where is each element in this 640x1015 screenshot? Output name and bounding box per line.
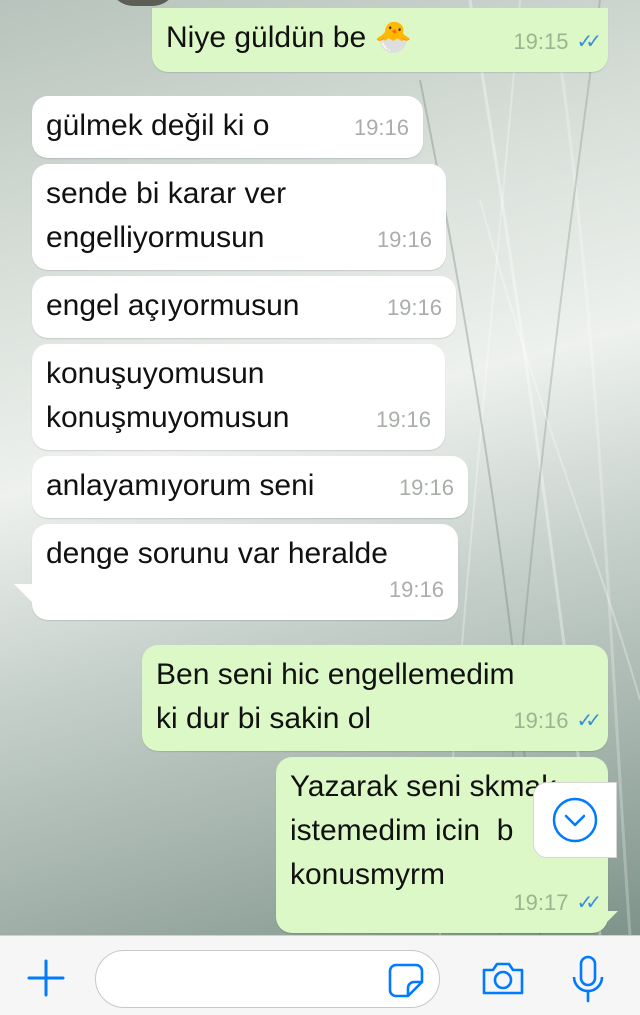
bubble-tail	[596, 911, 618, 933]
message-meta: 19:16	[389, 568, 444, 612]
camera-icon	[482, 962, 524, 995]
read-receipt-icon: ✓✓	[576, 710, 601, 732]
plus-icon	[27, 959, 65, 997]
message-meta: 19:16 ✓✓	[513, 699, 601, 743]
message-bubble-incoming[interactable]: engel açıyormusun 19:16	[32, 276, 456, 338]
message-text: sende bi karar ver engelliyormusun	[46, 177, 287, 254]
message-text: denge sorunu var heralde	[46, 537, 388, 570]
microphone-button[interactable]	[566, 952, 610, 1006]
message-text: Ben seni hic engellemedim ki dur bi saki…	[156, 658, 515, 735]
message-meta: 19:16	[354, 106, 409, 150]
message-time: 19:16	[513, 708, 569, 733]
message-meta: 19:16	[377, 218, 432, 262]
read-receipt-icon: ✓✓	[576, 892, 601, 914]
message-text: Niye güldün be 🐣	[166, 21, 412, 54]
camera-button[interactable]	[478, 956, 528, 1000]
message-bubble-outgoing[interactable]: Ben seni hic engellemedim ki dur bi saki…	[142, 645, 608, 751]
message-time: 19:16	[398, 475, 454, 500]
microphone-icon	[572, 955, 604, 1003]
message-time: 19:16	[353, 115, 409, 140]
message-meta: 19:16	[387, 286, 442, 330]
bubble-tail	[14, 584, 38, 608]
read-receipt-icon: ✓✓	[576, 31, 601, 53]
message-meta: 19:16	[376, 398, 431, 442]
message-time: 19:16	[386, 295, 442, 320]
message-bubble-incoming[interactable]: anlayamıyorum seni 19:16	[32, 456, 468, 518]
message-bubble-incoming[interactable]: gülmek değil ki o 19:16	[32, 96, 423, 158]
message-text: engel açıyormusun	[46, 289, 300, 322]
message-bubble-incoming[interactable]: konuşuyomusun konuşmuyomusun 19:16	[32, 344, 445, 450]
message-text: konuşuyomusun konuşmuyomusun	[46, 357, 290, 434]
chevron-down-circle-icon	[552, 797, 598, 843]
scroll-down-button[interactable]	[533, 782, 617, 858]
message-time: 19:15	[513, 29, 569, 54]
message-composer	[0, 935, 640, 1015]
message-time: 19:16	[376, 227, 432, 252]
message-time: 19:17	[513, 890, 569, 915]
message-time: 19:16	[375, 407, 431, 432]
message-meta: 19:17 ✓✓	[513, 881, 601, 925]
sticker-icon	[388, 963, 424, 998]
message-text: gülmek değil ki o	[46, 109, 270, 142]
message-time: 19:16	[388, 577, 444, 602]
sticker-button[interactable]	[383, 960, 429, 1000]
chat-background: Niye güldün be 🐣 19:15 ✓✓ gülmek değil k…	[0, 0, 640, 935]
message-bubble-incoming[interactable]: denge sorunu var heralde 19:16	[32, 524, 458, 620]
message-meta: 19:15 ✓✓	[513, 20, 601, 64]
message-meta: 19:16	[399, 466, 454, 510]
attach-button[interactable]	[22, 956, 70, 1000]
message-bubble-outgoing[interactable]: Niye güldün be 🐣 19:15 ✓✓	[152, 8, 608, 72]
message-bubble-incoming[interactable]: sende bi karar ver engelliyormusun 19:16	[32, 164, 446, 270]
message-text: Yazarak seni skmak istemedim icin b konu…	[290, 770, 557, 891]
message-text: anlayamıyorum seni	[46, 469, 315, 502]
